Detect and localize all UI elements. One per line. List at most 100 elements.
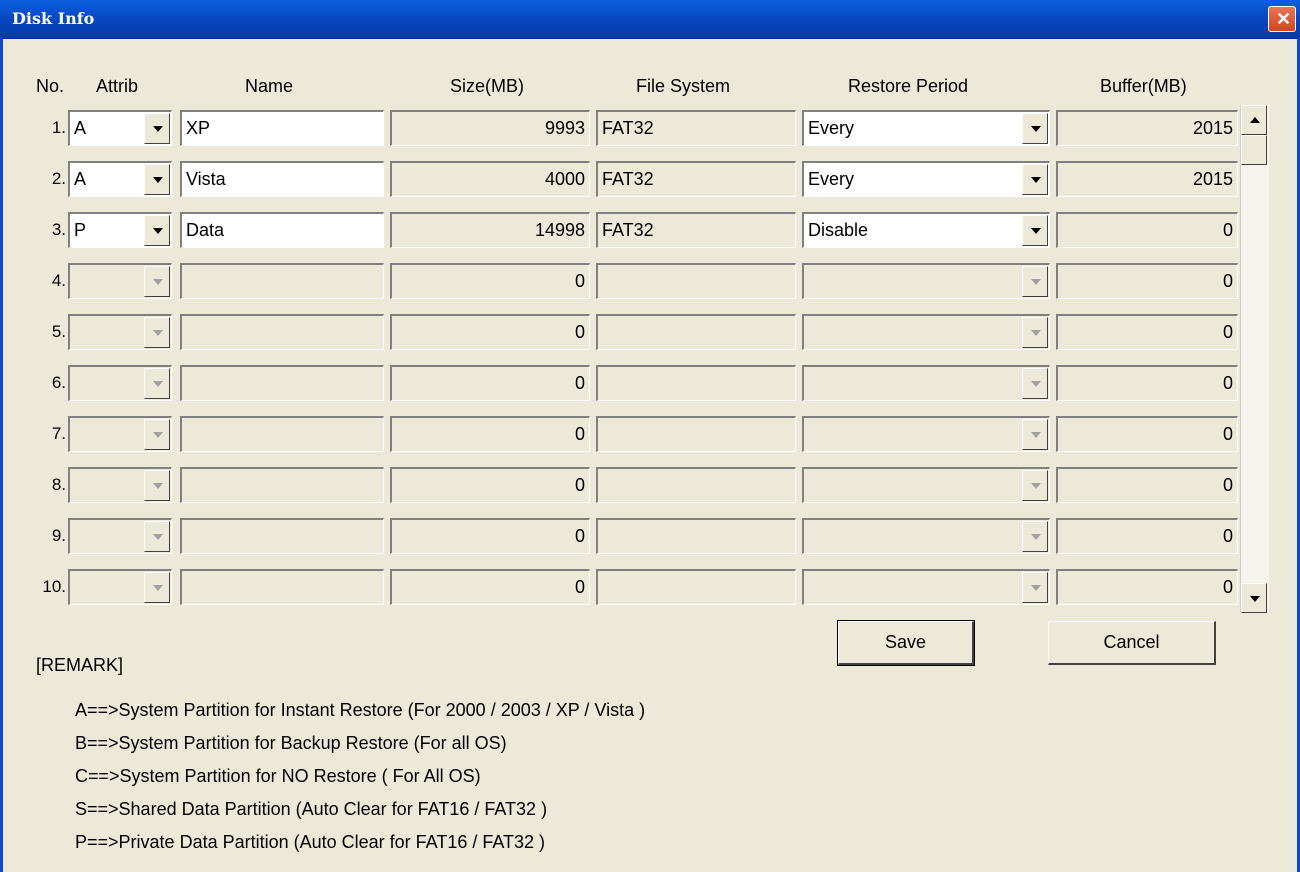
- restore-period-select[interactable]: Every: [802, 161, 1050, 197]
- remark-line-c: C==>System Partition for NO Restore ( Fo…: [75, 766, 481, 786]
- chevron-down-icon[interactable]: [1022, 164, 1048, 195]
- remark-line-b: B==>System Partition for Backup Restore …: [75, 733, 507, 753]
- scroll-thumb[interactable]: [1241, 135, 1267, 165]
- file-system-field: [596, 467, 796, 503]
- size-field: 0: [390, 416, 590, 452]
- restore-period-value: Every: [808, 118, 855, 138]
- size-field: 0: [390, 518, 590, 554]
- size-field: 14998: [390, 212, 590, 248]
- restore-period-select: [802, 569, 1050, 605]
- chevron-down-icon: [1022, 470, 1048, 501]
- scroll-down-icon[interactable]: [1241, 583, 1267, 613]
- save-button[interactable]: Save: [837, 620, 975, 666]
- file-system-field: [596, 365, 796, 401]
- attrib-select[interactable]: A: [68, 110, 172, 146]
- name-input: [180, 365, 384, 401]
- attrib-value: P: [74, 220, 87, 240]
- row-number: 6.: [51, 373, 66, 392]
- chevron-down-icon[interactable]: [144, 215, 170, 246]
- size-field: 0: [390, 569, 590, 605]
- file-system-field: FAT32: [596, 212, 796, 248]
- vertical-scrollbar[interactable]: [1240, 105, 1269, 613]
- attrib-select[interactable]: P: [68, 212, 172, 248]
- buffer-field: 0: [1056, 365, 1238, 401]
- remark-line-a: A==>System Partition for Instant Restore…: [75, 700, 646, 720]
- restore-period-select: [802, 314, 1050, 350]
- chevron-down-icon: [144, 317, 170, 348]
- buffer-field: 0: [1056, 263, 1238, 299]
- restore-period-select: [802, 263, 1050, 299]
- header-attrib: Attrib: [96, 76, 139, 96]
- file-system-field: FAT32: [596, 161, 796, 197]
- buffer-field: 2015: [1056, 110, 1238, 146]
- buffer-field: 0: [1056, 467, 1238, 503]
- chevron-down-icon: [144, 419, 170, 450]
- name-input: [180, 314, 384, 350]
- cancel-button[interactable]: Cancel: [1048, 621, 1216, 665]
- attrib-select: [68, 518, 172, 554]
- buffer-field: 2015: [1056, 161, 1238, 197]
- chevron-down-icon[interactable]: [1022, 215, 1048, 246]
- file-system-field: [596, 569, 796, 605]
- attrib-value: A: [74, 169, 87, 189]
- chevron-down-icon[interactable]: [144, 164, 170, 195]
- name-input: [180, 416, 384, 452]
- row-number: 1.: [51, 118, 66, 137]
- buffer-field: 0: [1056, 212, 1238, 248]
- chevron-down-icon[interactable]: [1022, 113, 1048, 144]
- attrib-select: [68, 365, 172, 401]
- row-number: 3.: [51, 220, 66, 239]
- header-buffer: Buffer(MB): [1100, 76, 1187, 96]
- name-input: [180, 518, 384, 554]
- restore-period-value: Every: [808, 169, 855, 189]
- chevron-down-icon: [1022, 419, 1048, 450]
- name-input[interactable]: XP: [180, 110, 384, 146]
- restore-period-value: Disable: [808, 220, 869, 240]
- close-button[interactable]: ✕: [1268, 6, 1296, 32]
- remark-title: [REMARK]: [36, 655, 124, 675]
- attrib-select: [68, 263, 172, 299]
- attrib-select: [68, 569, 172, 605]
- size-field: 0: [390, 365, 590, 401]
- remark-line-s: S==>Shared Data Partition (Auto Clear fo…: [75, 799, 548, 819]
- file-system-field: FAT32: [596, 110, 796, 146]
- name-input: [180, 569, 384, 605]
- scroll-up-icon[interactable]: [1241, 105, 1267, 135]
- window-frame-left: [0, 38, 3, 872]
- header-no: No.: [36, 76, 65, 96]
- title-bar[interactable]: Disk Info ✕: [0, 0, 1300, 39]
- chevron-down-icon: [144, 572, 170, 603]
- size-field: 4000: [390, 161, 590, 197]
- attrib-select: [68, 467, 172, 503]
- name-input[interactable]: Vista: [180, 161, 384, 197]
- chevron-down-icon: [1022, 521, 1048, 552]
- restore-period-select[interactable]: Disable: [802, 212, 1050, 248]
- attrib-value: A: [74, 118, 87, 138]
- restore-period-select[interactable]: Every: [802, 110, 1050, 146]
- buffer-field: 0: [1056, 416, 1238, 452]
- size-field: 0: [390, 263, 590, 299]
- buffer-field: 0: [1056, 569, 1238, 605]
- chevron-down-icon: [144, 368, 170, 399]
- restore-period-select: [802, 416, 1050, 452]
- chevron-down-icon: [144, 521, 170, 552]
- buffer-field: 0: [1056, 518, 1238, 554]
- restore-period-select: [802, 518, 1050, 554]
- header-restore-period: Restore Period: [848, 76, 969, 96]
- window-title: Disk Info: [12, 9, 95, 28]
- file-system-field: [596, 416, 796, 452]
- chevron-down-icon: [1022, 572, 1048, 603]
- attrib-select[interactable]: A: [68, 161, 172, 197]
- file-system-field: [596, 314, 796, 350]
- attrib-select: [68, 314, 172, 350]
- close-icon: ✕: [1276, 9, 1292, 29]
- restore-period-select: [802, 365, 1050, 401]
- row-number: 10.: [42, 577, 66, 596]
- size-field: 0: [390, 314, 590, 350]
- attrib-select: [68, 416, 172, 452]
- row-number: 2.: [51, 169, 66, 188]
- header-size: Size(MB): [450, 76, 525, 96]
- chevron-down-icon[interactable]: [144, 113, 170, 144]
- name-input[interactable]: Data: [180, 212, 384, 248]
- file-system-field: [596, 263, 796, 299]
